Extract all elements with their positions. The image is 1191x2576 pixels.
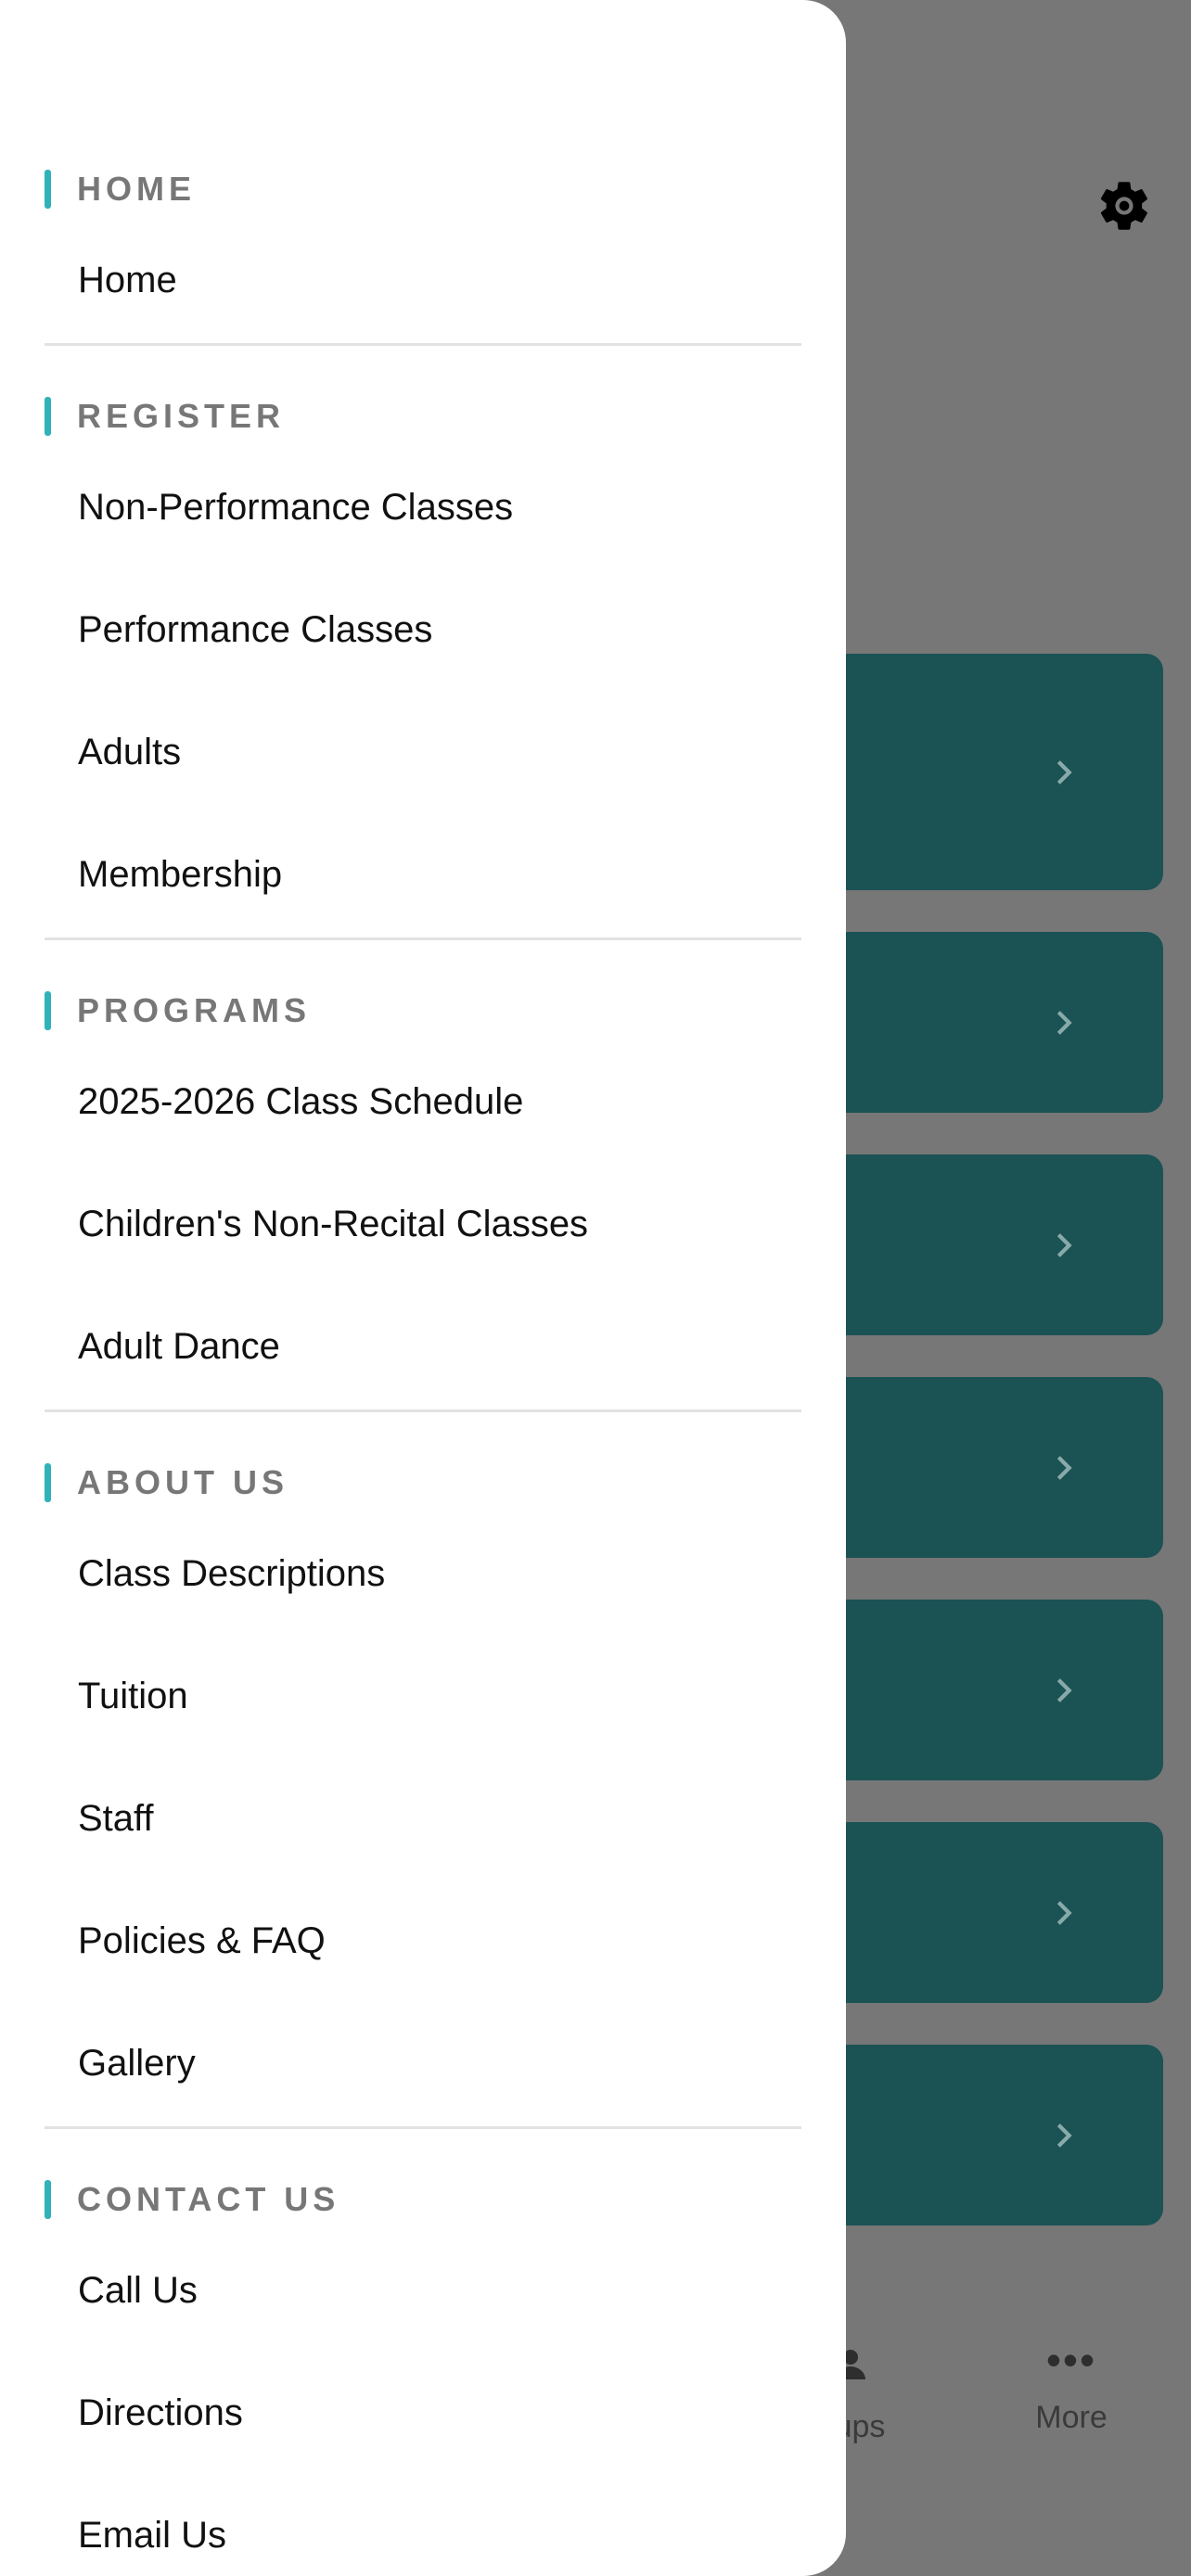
section-header: REGISTER — [45, 394, 846, 439]
menu-item-policies-faq[interactable]: Policies & FAQ — [78, 1880, 846, 2002]
section-register: REGISTER Non-Performance Classes Perform… — [0, 394, 846, 936]
content-card[interactable] — [816, 1154, 1163, 1335]
menu-item-gallery[interactable]: Gallery — [78, 2002, 846, 2124]
menu-item-non-performance-classes[interactable]: Non-Performance Classes — [78, 446, 846, 568]
chevron-right-icon — [1057, 1900, 1072, 1925]
menu-item-directions[interactable]: Directions — [78, 2352, 846, 2474]
tab-label: More — [1035, 2400, 1108, 2435]
section-header: PROGRAMS — [45, 988, 846, 1033]
section-about-us: ABOUT US Class Descriptions Tuition Staf… — [0, 1460, 846, 2124]
tab-more[interactable]: ••• More — [1002, 2336, 1141, 2436]
content-card[interactable] — [816, 1377, 1163, 1558]
menu-item-adult-dance[interactable]: Adult Dance — [78, 1285, 846, 1408]
chevron-right-icon — [1057, 2123, 1072, 2148]
menu-item-email-us[interactable]: Email Us — [78, 2474, 846, 2576]
accent-bar — [45, 991, 51, 1030]
accent-bar — [45, 170, 51, 209]
menu-item-staff[interactable]: Staff — [78, 1757, 846, 1880]
section-title: REGISTER — [77, 397, 286, 435]
menu-item-adults[interactable]: Adults — [78, 691, 846, 813]
gear-icon[interactable] — [1095, 176, 1154, 236]
section-title: CONTACT US — [77, 2180, 340, 2218]
accent-bar — [45, 1463, 51, 1502]
section-header: HOME — [45, 167, 846, 211]
section-header: ABOUT US — [45, 1460, 846, 1505]
menu-item-call-us[interactable]: Call Us — [78, 2229, 846, 2352]
chevron-right-icon — [1057, 1232, 1072, 1257]
section-title: PROGRAMS — [77, 991, 312, 1029]
content-card[interactable] — [816, 1600, 1163, 1780]
accent-bar — [45, 2180, 51, 2219]
menu-item-class-schedule[interactable]: 2025-2026 Class Schedule — [78, 1040, 846, 1163]
section-programs: PROGRAMS 2025-2026 Class Schedule Childr… — [0, 988, 846, 1408]
more-icon: ••• — [1045, 2336, 1097, 2384]
chevron-right-icon — [1057, 1010, 1072, 1035]
content-card[interactable] — [816, 932, 1163, 1113]
content-card[interactable] — [816, 654, 1163, 890]
section-title: ABOUT US — [77, 1463, 288, 1501]
chevron-right-icon — [1057, 1677, 1072, 1702]
menu-item-tuition[interactable]: Tuition — [78, 1635, 846, 1757]
section-contact-us: CONTACT US Call Us Directions Email Us — [0, 2177, 846, 2576]
accent-bar — [45, 397, 51, 436]
menu-item-home[interactable]: Home — [78, 219, 846, 341]
content-card[interactable] — [816, 1822, 1163, 2003]
menu-item-performance-classes[interactable]: Performance Classes — [78, 568, 846, 691]
section-title: HOME — [77, 170, 196, 208]
chevron-right-icon — [1057, 1455, 1072, 1480]
menu-item-non-recital-classes[interactable]: Children's Non-Recital Classes — [78, 1163, 846, 1285]
menu-item-membership[interactable]: Membership — [78, 813, 846, 936]
menu-item-class-descriptions[interactable]: Class Descriptions — [78, 1512, 846, 1635]
content-card[interactable] — [816, 2045, 1163, 2225]
chevron-right-icon — [1057, 759, 1072, 784]
section-home: HOME Home — [0, 167, 846, 341]
section-header: CONTACT US — [45, 2177, 846, 2222]
navigation-drawer: HOME Home REGISTER Non-Performance Class… — [0, 0, 846, 2576]
